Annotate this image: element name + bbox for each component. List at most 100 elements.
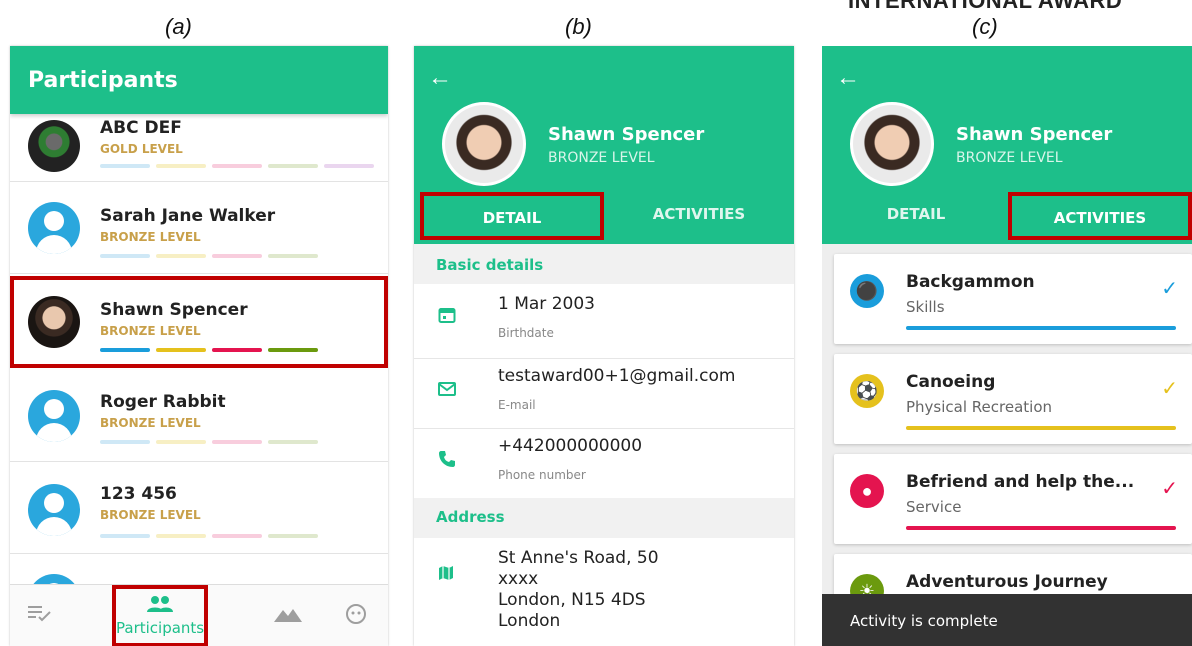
check-icon: ✓ [1161,478,1178,500]
activity-card[interactable]: ⚫ Backgammon Skills ✓ [834,254,1192,344]
progress-bar [212,348,262,352]
tab-activities[interactable]: ACTIVITIES [604,192,794,240]
progress-bar [268,440,318,444]
participant-row[interactable]: Roger Rabbit BRONZE LEVEL [10,370,388,462]
activity-progress-bar [906,326,1176,330]
participant-name: Shawn Spencer [100,300,248,320]
participant-name: 123 456 [100,484,177,504]
check-icon: ✓ [1161,278,1178,300]
avatar [28,574,80,584]
birthdate-label: Birthdate [498,326,554,340]
phone-icon [438,450,456,474]
profile-avatar [850,102,934,186]
progress-bar [100,348,150,352]
participant-level: BRONZE LEVEL [100,230,201,244]
progress-bar [212,534,262,538]
participant-level: BRONZE LEVEL [100,416,201,430]
avatar [28,296,80,348]
avatar [28,120,80,172]
progress-bar [268,348,318,352]
mountains-icon[interactable] [268,585,308,646]
participant-row[interactable]: ABC DEF GOLD LEVEL [10,114,388,182]
participant-name: Roger Rabbit [100,392,226,412]
progress-bar [156,348,206,352]
activity-title: Befriend and help the... [906,472,1135,492]
progress-bar [100,440,150,444]
activity-category: Service [906,498,962,516]
progress-bar [212,164,262,168]
avatar [28,390,80,442]
progress-bar [268,164,318,168]
activity-title: Backgammon [906,272,1035,292]
participants-nav-button[interactable]: Participants [112,585,208,646]
page-title: Participants [28,68,178,93]
avatar [28,484,80,536]
caption-c: (c) [972,14,998,39]
activity-title: Adventurous Journey [906,572,1108,592]
activity-card[interactable]: ● Befriend and help the... Service ✓ [834,454,1192,544]
progress-bar [156,440,206,444]
birthdate-row: 1 Mar 2003 Birthdate [414,284,794,358]
people-icon [147,596,173,612]
participants-nav-label: Participants [116,619,205,637]
check-icon: ✓ [1161,378,1178,400]
progress-bar [324,164,374,168]
address-value: St Anne's Road, 50 xxxx London, N15 4DS … [498,548,659,631]
profile-avatar [442,102,526,186]
map-icon [438,564,454,587]
profile-level: BRONZE LEVEL [548,150,655,166]
email-row: testaward00+1@gmail.com E-mail [414,358,794,428]
birthdate-value: 1 Mar 2003 [498,294,595,314]
progress-bar [100,534,150,538]
participant-detail-screen: ← Shawn Spencer BRONZE LEVEL DETAIL ACTI… [414,46,794,646]
checklist-icon[interactable] [20,585,60,646]
participant-name: ABC DEF [100,118,182,138]
caption-a: (a) [165,14,192,39]
activity-card[interactable]: ⚽ Canoeing Physical Recreation ✓ [834,354,1192,444]
phone-row: +442000000000 Phone number [414,428,794,498]
activity-progress-bar [906,426,1176,430]
participants-screen: Participants ABC DEF GOLD LEVEL Sarah Ja… [10,46,388,646]
snackbar: Activity is complete [822,594,1192,646]
participant-level: BRONZE LEVEL [100,508,201,522]
activity-category: Skills [906,298,945,316]
face-icon[interactable] [336,585,376,646]
section-address: Address [436,508,505,526]
participant-row[interactable] [10,554,388,584]
handshake-icon: ● [850,474,884,508]
detail-body: Basic details 1 Mar 2003 Birthdate testa… [414,244,794,646]
email-label: E-mail [498,398,536,412]
participant-list: ABC DEF GOLD LEVEL Sarah Jane Walker BRO… [10,114,388,584]
progress-bar [268,254,318,258]
profile-level: BRONZE LEVEL [956,150,1063,166]
avatar [28,202,80,254]
caption-b: (b) [565,14,592,39]
progress-bar [100,164,150,168]
participant-activities-screen: ← Shawn Spencer BRONZE LEVEL DETAIL ACTI… [822,46,1192,646]
progress-bar [212,440,262,444]
participant-row[interactable]: 123 456 BRONZE LEVEL [10,462,388,554]
tab-activities[interactable]: ACTIVITIES [1008,192,1192,240]
recreation-icon: ⚽ [850,374,884,408]
progress-bar [156,254,206,258]
corner-brand-text: INTERNATIONAL AWARD [848,0,1123,13]
back-arrow-icon[interactable]: ← [836,64,860,92]
tab-detail[interactable]: DETAIL [420,192,604,240]
phone-value: +442000000000 [498,436,643,456]
progress-bar [212,254,262,258]
email-value: testaward00+1@gmail.com [498,366,736,386]
profile-name: Shawn Spencer [956,124,1113,145]
participant-row-selected[interactable]: Shawn Spencer BRONZE LEVEL [10,276,388,368]
activity-title: Canoeing [906,372,996,392]
section-basic-details: Basic details [436,256,544,274]
tab-detail[interactable]: DETAIL [822,192,1010,240]
participant-name: Sarah Jane Walker [100,206,276,226]
participant-row[interactable]: Sarah Jane Walker BRONZE LEVEL [10,182,388,274]
back-arrow-icon[interactable]: ← [428,64,452,92]
phone-label: Phone number [498,468,586,482]
skills-icon: ⚫ [850,274,884,308]
progress-bar [156,164,206,168]
mail-icon [438,380,456,403]
profile-header: ← Shawn Spencer BRONZE LEVEL DETAIL ACTI… [414,46,794,244]
activity-category: Physical Recreation [906,398,1053,416]
